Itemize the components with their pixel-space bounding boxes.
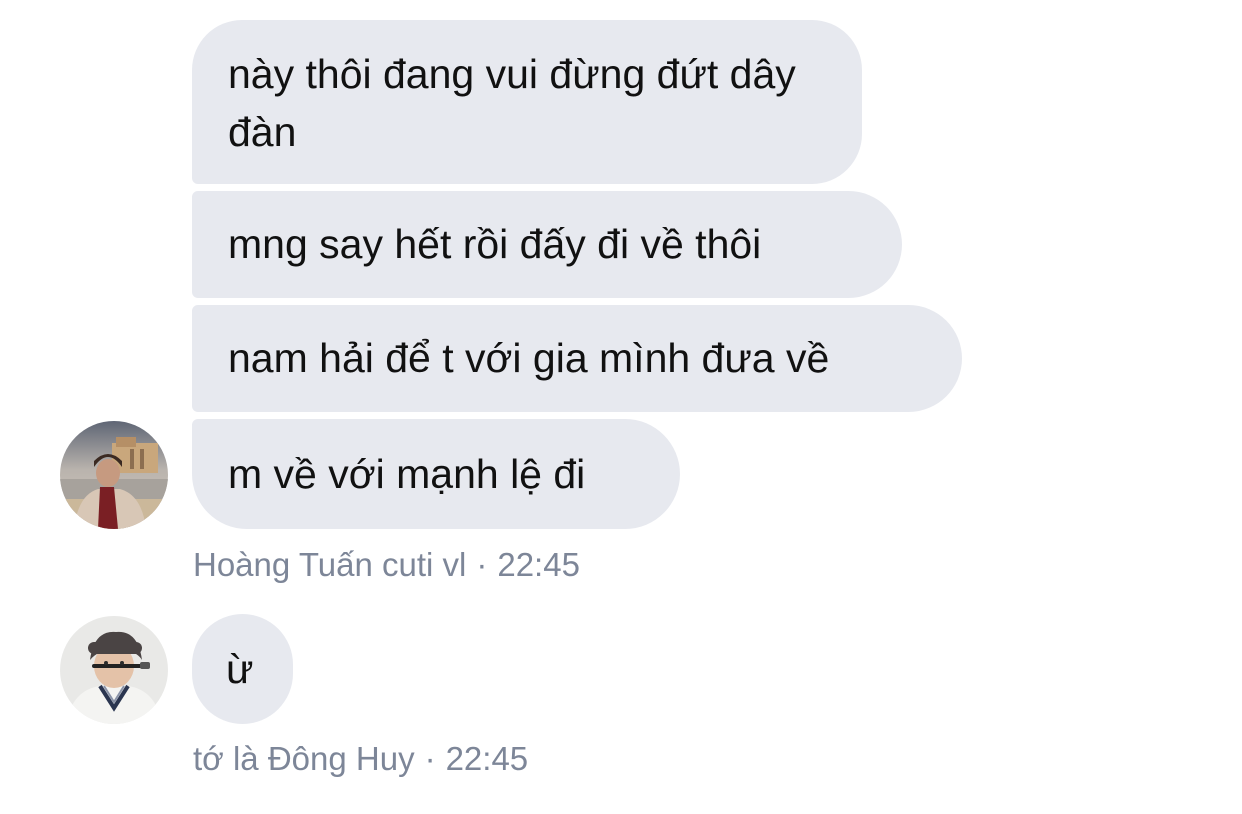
avatar-photo-icon — [60, 616, 168, 724]
message-text: này thôi đang vui đừng đứt dây đàn — [228, 51, 796, 155]
message-time: 22:45 — [497, 546, 580, 583]
sender-avatar[interactable] — [60, 616, 168, 724]
sender-avatar[interactable] — [60, 421, 168, 529]
message-bubble[interactable]: m về với mạnh lệ đi — [192, 419, 680, 529]
message-meta: tớ là Đông Huy · 22:45 — [193, 740, 528, 778]
sender-name: tớ là Đông Huy — [193, 740, 415, 777]
message-time: 22:45 — [445, 740, 529, 777]
meta-separator: · — [476, 546, 488, 583]
message-meta: Hoàng Tuấn cuti vl · 22:45 — [193, 546, 580, 584]
sender-name: Hoàng Tuấn cuti vl — [193, 546, 467, 583]
message-bubble[interactable]: nam hải để t với gia mình đưa về — [192, 305, 962, 412]
message-bubble[interactable]: ừ — [192, 614, 293, 724]
message-text: nam hải để t với gia mình đưa về — [228, 335, 830, 381]
message-bubble[interactable]: mng say hết rồi đấy đi về thôi — [192, 191, 902, 298]
message-text: ừ — [226, 646, 254, 692]
message-text: mng say hết rồi đấy đi về thôi — [228, 221, 762, 267]
meta-separator: · — [424, 740, 436, 777]
message-bubble[interactable]: này thôi đang vui đừng đứt dây đàn — [192, 20, 862, 184]
avatar-photo-icon — [60, 421, 168, 529]
message-text: m về với mạnh lệ đi — [228, 451, 586, 497]
